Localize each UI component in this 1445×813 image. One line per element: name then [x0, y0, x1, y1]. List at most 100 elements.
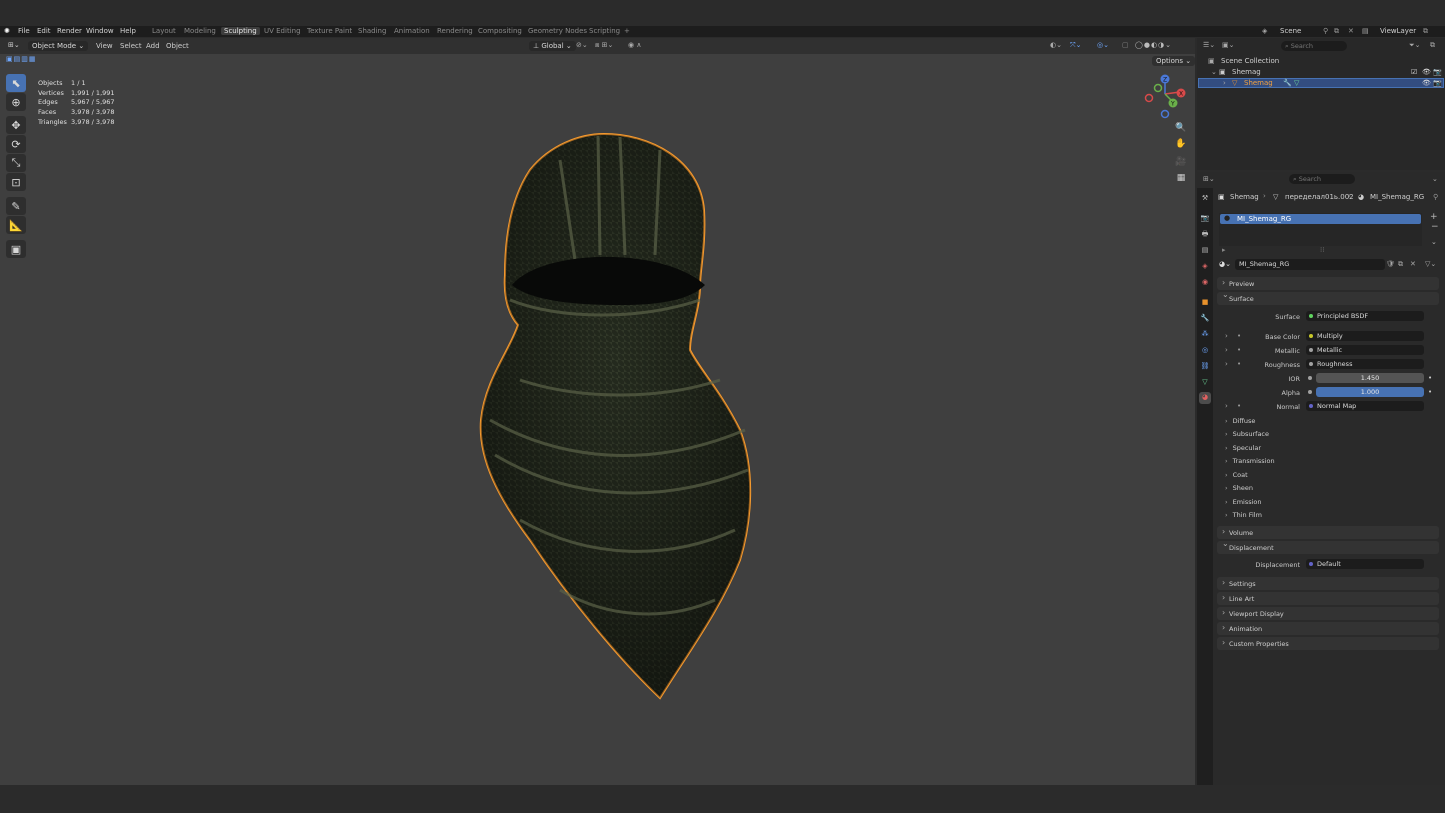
grid-view-icon[interactable]: ▦	[1174, 171, 1188, 185]
tab-layout[interactable]: Layout	[152, 27, 176, 35]
ior-field[interactable]: 1.450	[1316, 373, 1424, 383]
panel-displacement[interactable]: Displacement	[1217, 539, 1439, 554]
select-mode-icons[interactable]: ▣▤▥▦	[6, 55, 36, 63]
material-slot-row[interactable]: ● MI_Shemag_RG	[1220, 214, 1421, 224]
object-row-selected[interactable]: › ▽ Shemag 🔧 ▽ 👁 📷	[1198, 78, 1444, 88]
menu-help[interactable]: Help	[120, 27, 136, 35]
transform-tool-icon[interactable]: ⊡	[6, 173, 26, 191]
tab-scripting[interactable]: Scripting	[589, 27, 620, 35]
roughness-field[interactable]: Roughness	[1306, 359, 1424, 369]
properties-editor-icon[interactable]: ⊞⌄	[1203, 175, 1215, 183]
transform-orientation-dropdown[interactable]: ⊥ Global ⌄	[529, 41, 576, 51]
expand-chevron-icon[interactable]: ›	[1225, 346, 1228, 354]
subpanel-subsurface[interactable]: Subsurface	[1225, 430, 1269, 438]
keyframe-dot-icon[interactable]: •	[1428, 374, 1432, 382]
menu-window[interactable]: Window	[86, 27, 114, 35]
breadcrumb-mesh[interactable]: переделал01ь.002	[1285, 193, 1354, 201]
options-dropdown[interactable]: Options ⌄	[1152, 56, 1196, 66]
breadcrumb-material[interactable]: MI_Shemag_RG	[1370, 193, 1424, 201]
tab-compositing[interactable]: Compositing	[478, 27, 522, 35]
xray-icon[interactable]: ▢	[1122, 41, 1129, 49]
properties-search-input[interactable]: ⌕ Search	[1289, 174, 1355, 184]
breadcrumb-object[interactable]: Shemag	[1230, 193, 1259, 201]
camera-view-icon[interactable]: 🎥	[1174, 155, 1188, 169]
base-color-field[interactable]: Multiply	[1306, 331, 1424, 341]
panel-line-art[interactable]: Line Art	[1217, 592, 1439, 605]
tab-uv-editing[interactable]: UV Editing	[264, 27, 301, 35]
panel-settings[interactable]: Settings	[1217, 577, 1439, 590]
expand-chevron-icon[interactable]: ›	[1225, 402, 1228, 410]
collection-row[interactable]: ⌄ ▣ Shemag ☑ 👁 📷	[1197, 67, 1445, 77]
3d-viewport[interactable]	[0, 38, 1195, 785]
proportional-edit-icon[interactable]: ◉ ∧	[628, 41, 641, 49]
panel-preview[interactable]: Preview	[1217, 277, 1439, 290]
material-name-field[interactable]: MI_Shemag_RG	[1235, 259, 1385, 270]
tool-tab-icon[interactable]: ⚒	[1200, 193, 1210, 203]
navigation-gizmo[interactable]: Z X Y	[1140, 72, 1190, 120]
menu-edit[interactable]: Edit	[37, 27, 51, 35]
cursor-tool-icon[interactable]: ⊕	[6, 93, 26, 111]
new-view-layer-icon[interactable]: ⧉	[1423, 27, 1428, 36]
panel-volume[interactable]: Volume	[1217, 526, 1439, 539]
expand-chevron-icon[interactable]: ⌄	[1211, 68, 1217, 76]
eye-icon[interactable]: 👁	[1422, 68, 1431, 76]
particles-tab-icon[interactable]: ⁂	[1200, 329, 1210, 339]
filter-icon[interactable]: ⏷⌄	[1409, 41, 1420, 50]
mode-dropdown[interactable]: Object Mode ⌄	[28, 41, 89, 51]
gizmo-neg-z[interactable]	[1160, 109, 1170, 119]
new-scene-icon[interactable]: ⧉	[1334, 27, 1339, 36]
menu-file[interactable]: File	[18, 27, 30, 35]
delete-scene-icon[interactable]: ✕	[1348, 27, 1354, 35]
scene-tab-icon[interactable]: ◈	[1200, 261, 1210, 271]
tab-modeling[interactable]: Modeling	[184, 27, 216, 35]
camera-icon[interactable]: 📷	[1433, 79, 1442, 87]
camera-icon[interactable]: 📷	[1433, 68, 1442, 76]
panel-custom-properties[interactable]: Custom Properties	[1217, 637, 1439, 650]
subpanel-thin-film[interactable]: Thin Film	[1225, 511, 1262, 519]
menu-render[interactable]: Render	[57, 27, 82, 35]
scene-collection-row[interactable]: ▣ Scene Collection	[1197, 56, 1445, 66]
pivot-icon[interactable]: ⊘⌄	[576, 41, 588, 49]
measure-tool-icon[interactable]: 📐	[6, 216, 26, 234]
displacement-field[interactable]: Default	[1306, 559, 1424, 569]
subpanel-sheen[interactable]: Sheen	[1225, 484, 1253, 492]
tab-geometry-nodes[interactable]: Geometry Nodes	[528, 27, 587, 35]
duplicate-material-icon[interactable]: ⧉	[1398, 260, 1403, 269]
expand-chevron-icon[interactable]: ›	[1225, 360, 1228, 368]
tab-texture-paint[interactable]: Texture Paint	[307, 27, 352, 35]
move-tool-icon[interactable]: ✥	[6, 116, 26, 134]
rotate-tool-icon[interactable]: ⟳	[6, 135, 26, 153]
gizmo-neg-y[interactable]	[1153, 83, 1163, 93]
scene-icon[interactable]: ◈	[1262, 27, 1267, 35]
world-tab-icon[interactable]: ◉	[1200, 277, 1210, 287]
data-tab-icon[interactable]: ▽	[1200, 377, 1210, 387]
display-mode-icon[interactable]: ▣⌄	[1222, 41, 1234, 49]
expand-chevron-icon[interactable]: ›	[1223, 79, 1226, 87]
normal-field[interactable]: Normal Map	[1306, 401, 1424, 411]
remove-slot-icon[interactable]: −	[1431, 222, 1439, 232]
modifier-icon[interactable]: 🔧	[1283, 79, 1292, 87]
blender-logo-icon[interactable]: ✺	[4, 27, 10, 35]
menu-view[interactable]: View	[96, 42, 113, 50]
add-cube-tool-icon[interactable]: ▣	[6, 240, 26, 258]
subpanel-transmission[interactable]: Transmission	[1225, 457, 1275, 465]
tab-sculpting[interactable]: Sculpting	[221, 27, 260, 35]
expand-chevron-icon[interactable]: ›	[1225, 332, 1228, 340]
subpanel-diffuse[interactable]: Diffuse	[1225, 417, 1256, 425]
panel-animation[interactable]: Animation	[1217, 622, 1439, 635]
modifier-tab-icon[interactable]: 🔧	[1200, 313, 1210, 323]
constraints-tab-icon[interactable]: ⛓	[1200, 361, 1210, 371]
output-tab-icon[interactable]: 🖶	[1200, 229, 1210, 239]
mesh-data-icon[interactable]: ▽	[1294, 79, 1299, 87]
menu-object[interactable]: Object	[166, 42, 189, 50]
menu-select[interactable]: Select	[120, 42, 142, 50]
view-layer-tab-icon[interactable]: ▤	[1200, 245, 1210, 255]
view-layer-name[interactable]: ViewLayer	[1380, 27, 1416, 35]
add-workspace-icon[interactable]: +	[624, 27, 630, 35]
material-link-icon[interactable]: ▽⌄	[1425, 260, 1436, 268]
pin-icon[interactable]: ⚲	[1433, 193, 1438, 201]
visibility-icon[interactable]: ◐⌄	[1050, 41, 1062, 49]
view-layer-icon[interactable]: ▤	[1362, 27, 1369, 35]
render-tab-icon[interactable]: 📷	[1200, 213, 1210, 223]
subpanel-specular[interactable]: Specular	[1225, 444, 1261, 452]
